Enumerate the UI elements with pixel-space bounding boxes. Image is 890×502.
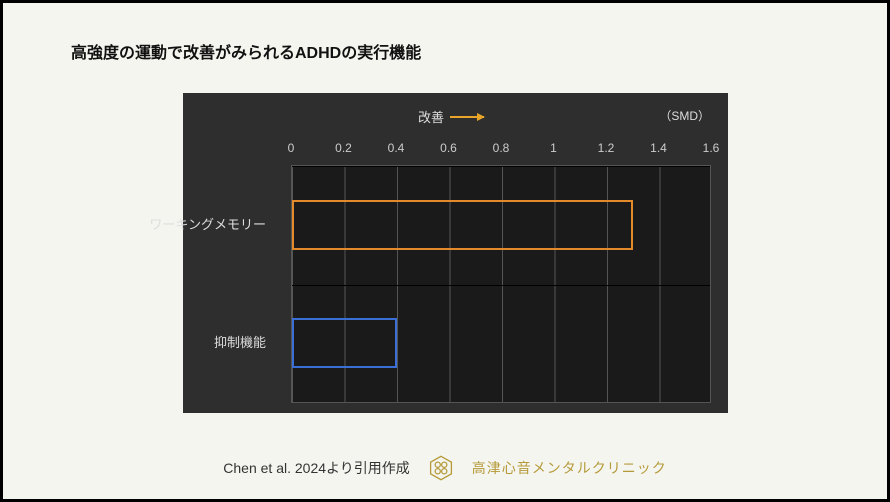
bar-inhibition [292,318,397,368]
chart-panel: 改善 （SMD） 0 0.2 0.4 0.6 0.8 1 1.2 1.4 1.6… [183,93,728,413]
tick-label: 1.2 [598,141,615,155]
category-label: ワーキングメモリー [126,214,266,233]
tick-label: 0.8 [493,141,510,155]
tick-label: 0 [288,141,295,155]
tick-label: 1.6 [703,141,720,155]
arrow-right-icon [450,116,484,118]
page-title: 高強度の運動で改善がみられるADHDの実行機能 [71,39,421,63]
improve-annotation: 改善 [418,107,484,126]
tick-label: 0.2 [335,141,352,155]
plot-area: ワーキングメモリー 抑制機能 [291,165,711,403]
clinic-logo-icon [428,455,454,481]
bar-working-memory [292,200,633,250]
category-label: 抑制機能 [126,332,266,351]
tick-label: 0.4 [388,141,405,155]
tick-label: 1.4 [650,141,667,155]
improve-label: 改善 [418,107,444,126]
tick-label: 1 [550,141,557,155]
footer: Chen et al. 2024より引用作成 高津心音メンタルクリニック [3,455,887,481]
clinic-name: 高津心音メンタルクリニック [472,458,667,478]
x-axis-ticks: 0 0.2 0.4 0.6 0.8 1 1.2 1.4 1.6 [183,141,728,159]
axis-unit-label: （SMD） [659,107,710,124]
tick-label: 0.6 [440,141,457,155]
source-citation: Chen et al. 2024より引用作成 [223,458,409,478]
